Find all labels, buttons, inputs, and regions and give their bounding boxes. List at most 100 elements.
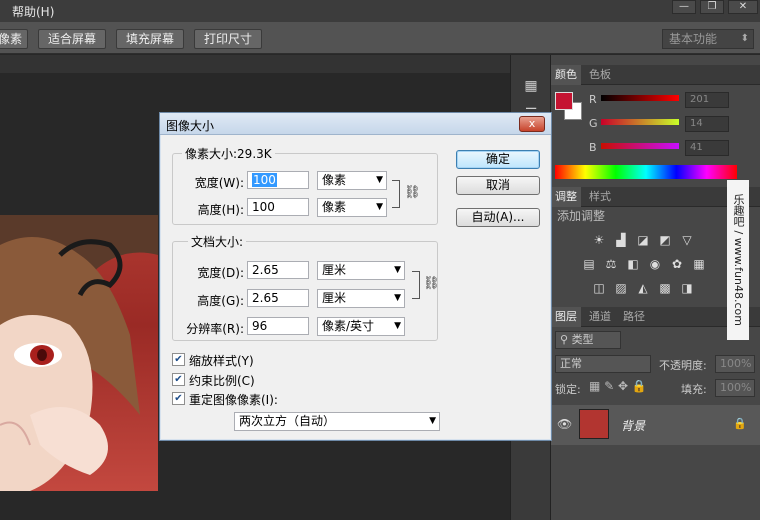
eye-icon[interactable]: 👁 (557, 417, 572, 431)
blue-value[interactable]: 41 (685, 140, 729, 156)
photo-filter-icon[interactable]: ◉ (647, 257, 663, 271)
restore-button[interactable]: ❐ (700, 0, 724, 14)
fill-screen-button[interactable]: 填充屏幕 (116, 29, 184, 49)
brightness-icon[interactable]: ☀ (591, 233, 607, 247)
red-label: R (589, 93, 597, 106)
width-unit: 像素 (322, 173, 347, 187)
width-input[interactable]: 100 (247, 171, 309, 189)
actual-pixels-button[interactable]: 像素 (0, 29, 28, 49)
tab-channels[interactable]: 通道 (585, 307, 615, 327)
dialog-close-button[interactable]: x (519, 116, 545, 132)
document-tab-bar (0, 55, 510, 73)
levels-icon[interactable]: ▟ (613, 233, 629, 247)
green-label: G (589, 117, 598, 130)
cancel-button[interactable]: 取消 (456, 176, 540, 195)
menu-help[interactable]: 帮助(H) (12, 3, 54, 20)
lock-icons[interactable]: ▦ ✎ ✥ 🔒 (589, 379, 647, 393)
height-label: 高度(H): (197, 203, 244, 217)
fit-screen-button[interactable]: 适合屏幕 (38, 29, 106, 49)
green-value[interactable]: 14 (685, 116, 729, 132)
doc-width-input[interactable]: 2.65 (247, 261, 309, 279)
red-slider[interactable] (601, 95, 679, 101)
tab-adjustments[interactable]: 调整 (551, 187, 581, 207)
dialog-title-bar[interactable]: 图像大小 x (160, 113, 551, 135)
resample-method: 两次立方（自动） (239, 414, 336, 428)
pixel-size-title: 像素大小:29.3K (182, 145, 275, 162)
tab-swatches[interactable]: 色板 (585, 65, 615, 85)
tab-paths[interactable]: 路径 (619, 307, 649, 327)
resolution-label: 分辨率(R): (186, 322, 244, 336)
blend-mode-select[interactable]: 正常 (555, 355, 651, 373)
add-adjustment-title: 添加调整 (557, 209, 606, 223)
threshold-icon[interactable]: ◭ (635, 281, 651, 295)
gradient-map-icon[interactable]: ▩ (657, 281, 673, 295)
tab-styles[interactable]: 样式 (585, 187, 615, 207)
chain-link-icon: ⛓ (404, 185, 421, 200)
resolution-unit-select[interactable]: 像素/英寸 ▼ (317, 317, 405, 336)
doc-width-unit: 厘米 (322, 263, 347, 277)
layer-thumbnail (579, 409, 609, 439)
pixel-link-bracket (392, 180, 400, 208)
height-input[interactable]: 100 (247, 198, 309, 216)
opacity-input[interactable]: 100% (715, 355, 755, 373)
tab-layers[interactable]: 图层 (551, 307, 581, 327)
chain-link-icon: ⛓ (423, 276, 440, 291)
red-value[interactable]: 201 (685, 92, 729, 108)
resolution-input[interactable]: 96 (247, 317, 309, 335)
width-value: 100 (252, 173, 277, 187)
doc-width-unit-select[interactable]: 厘米 ▼ (317, 261, 405, 280)
minimize-button[interactable]: — (672, 0, 696, 14)
hue-saturation-icon[interactable]: ▤ (581, 257, 597, 271)
document-image[interactable] (0, 215, 158, 491)
fill-input[interactable]: 100% (715, 379, 755, 397)
posterize-icon[interactable]: ▨ (613, 281, 629, 295)
selective-color-icon[interactable]: ◨ (679, 281, 695, 295)
dialog-title: 图像大小 (166, 119, 215, 133)
doc-height-input[interactable]: 2.65 (247, 289, 309, 307)
layer-name: 背景 (621, 419, 646, 433)
lock-label: 锁定: (555, 383, 581, 396)
chevron-down-icon: ▼ (394, 293, 401, 303)
checkmark-icon: ✔ (172, 392, 185, 405)
green-slider[interactable] (601, 119, 679, 125)
chevron-down-icon: ▼ (429, 416, 436, 426)
doc-height-unit-select[interactable]: 厘米 ▼ (317, 289, 405, 308)
tab-color[interactable]: 颜色 (551, 65, 581, 85)
constrain-label: 约束比例(C) (189, 374, 255, 388)
workspace-label: 基本功能 (669, 32, 718, 46)
resample-method-select[interactable]: 两次立方（自动） ▼ (234, 412, 440, 431)
close-window-button[interactable]: ✕ (728, 0, 758, 14)
menu-bar: 帮助(H) — ❐ ✕ (0, 0, 760, 22)
checkmark-icon: ✔ (172, 353, 185, 366)
color-lookup-icon[interactable]: ▦ (691, 257, 707, 271)
history-icon[interactable]: ▦ (519, 75, 543, 97)
auto-button[interactable]: 自动(A)... (456, 208, 540, 227)
layer-filter-select[interactable]: ⚲ 类型 (555, 331, 621, 349)
chevron-down-icon: ▼ (394, 265, 401, 275)
vibrance-icon[interactable]: ▽ (679, 233, 695, 247)
color-balance-icon[interactable]: ⚖ (603, 257, 619, 271)
color-spectrum[interactable] (555, 165, 737, 179)
color-panel-tabs: 颜色 色板 (551, 65, 760, 85)
workspace-select[interactable]: 基本功能 ⬍ (662, 29, 754, 49)
scale-styles-label: 缩放样式(Y) (189, 354, 254, 368)
curves-icon[interactable]: ◪ (635, 233, 651, 247)
exposure-icon[interactable]: ◩ (657, 233, 673, 247)
chevron-down-icon: ▼ (376, 202, 383, 212)
photoshop-window: 帮助(H) — ❐ ✕ 像素 适合屏幕 填充屏幕 打印尺寸 基本功能 ⬍ ▦ 颜… (0, 0, 760, 520)
invert-icon[interactable]: ◫ (591, 281, 607, 295)
layer-filter-label: 类型 (571, 333, 594, 346)
layer-row-background[interactable]: 👁 背景 🔒 (551, 405, 760, 445)
chevron-down-icon: ▼ (376, 175, 383, 185)
height-unit-select[interactable]: 像素 ▼ (317, 198, 387, 217)
print-size-button[interactable]: 打印尺寸 (194, 29, 262, 49)
black-white-icon[interactable]: ◧ (625, 257, 641, 271)
watermark: 乐趣吧 / www.fun48.com (727, 180, 749, 340)
doc-width-label: 宽度(D): (197, 266, 244, 280)
ok-button[interactable]: 确定 (456, 150, 540, 169)
channel-mixer-icon[interactable]: ✿ (669, 257, 685, 271)
resample-label: 重定图像像素(I): (189, 393, 278, 407)
foreground-color-swatch[interactable] (555, 92, 573, 110)
width-unit-select[interactable]: 像素 ▼ (317, 171, 387, 190)
blue-slider[interactable] (601, 143, 679, 149)
